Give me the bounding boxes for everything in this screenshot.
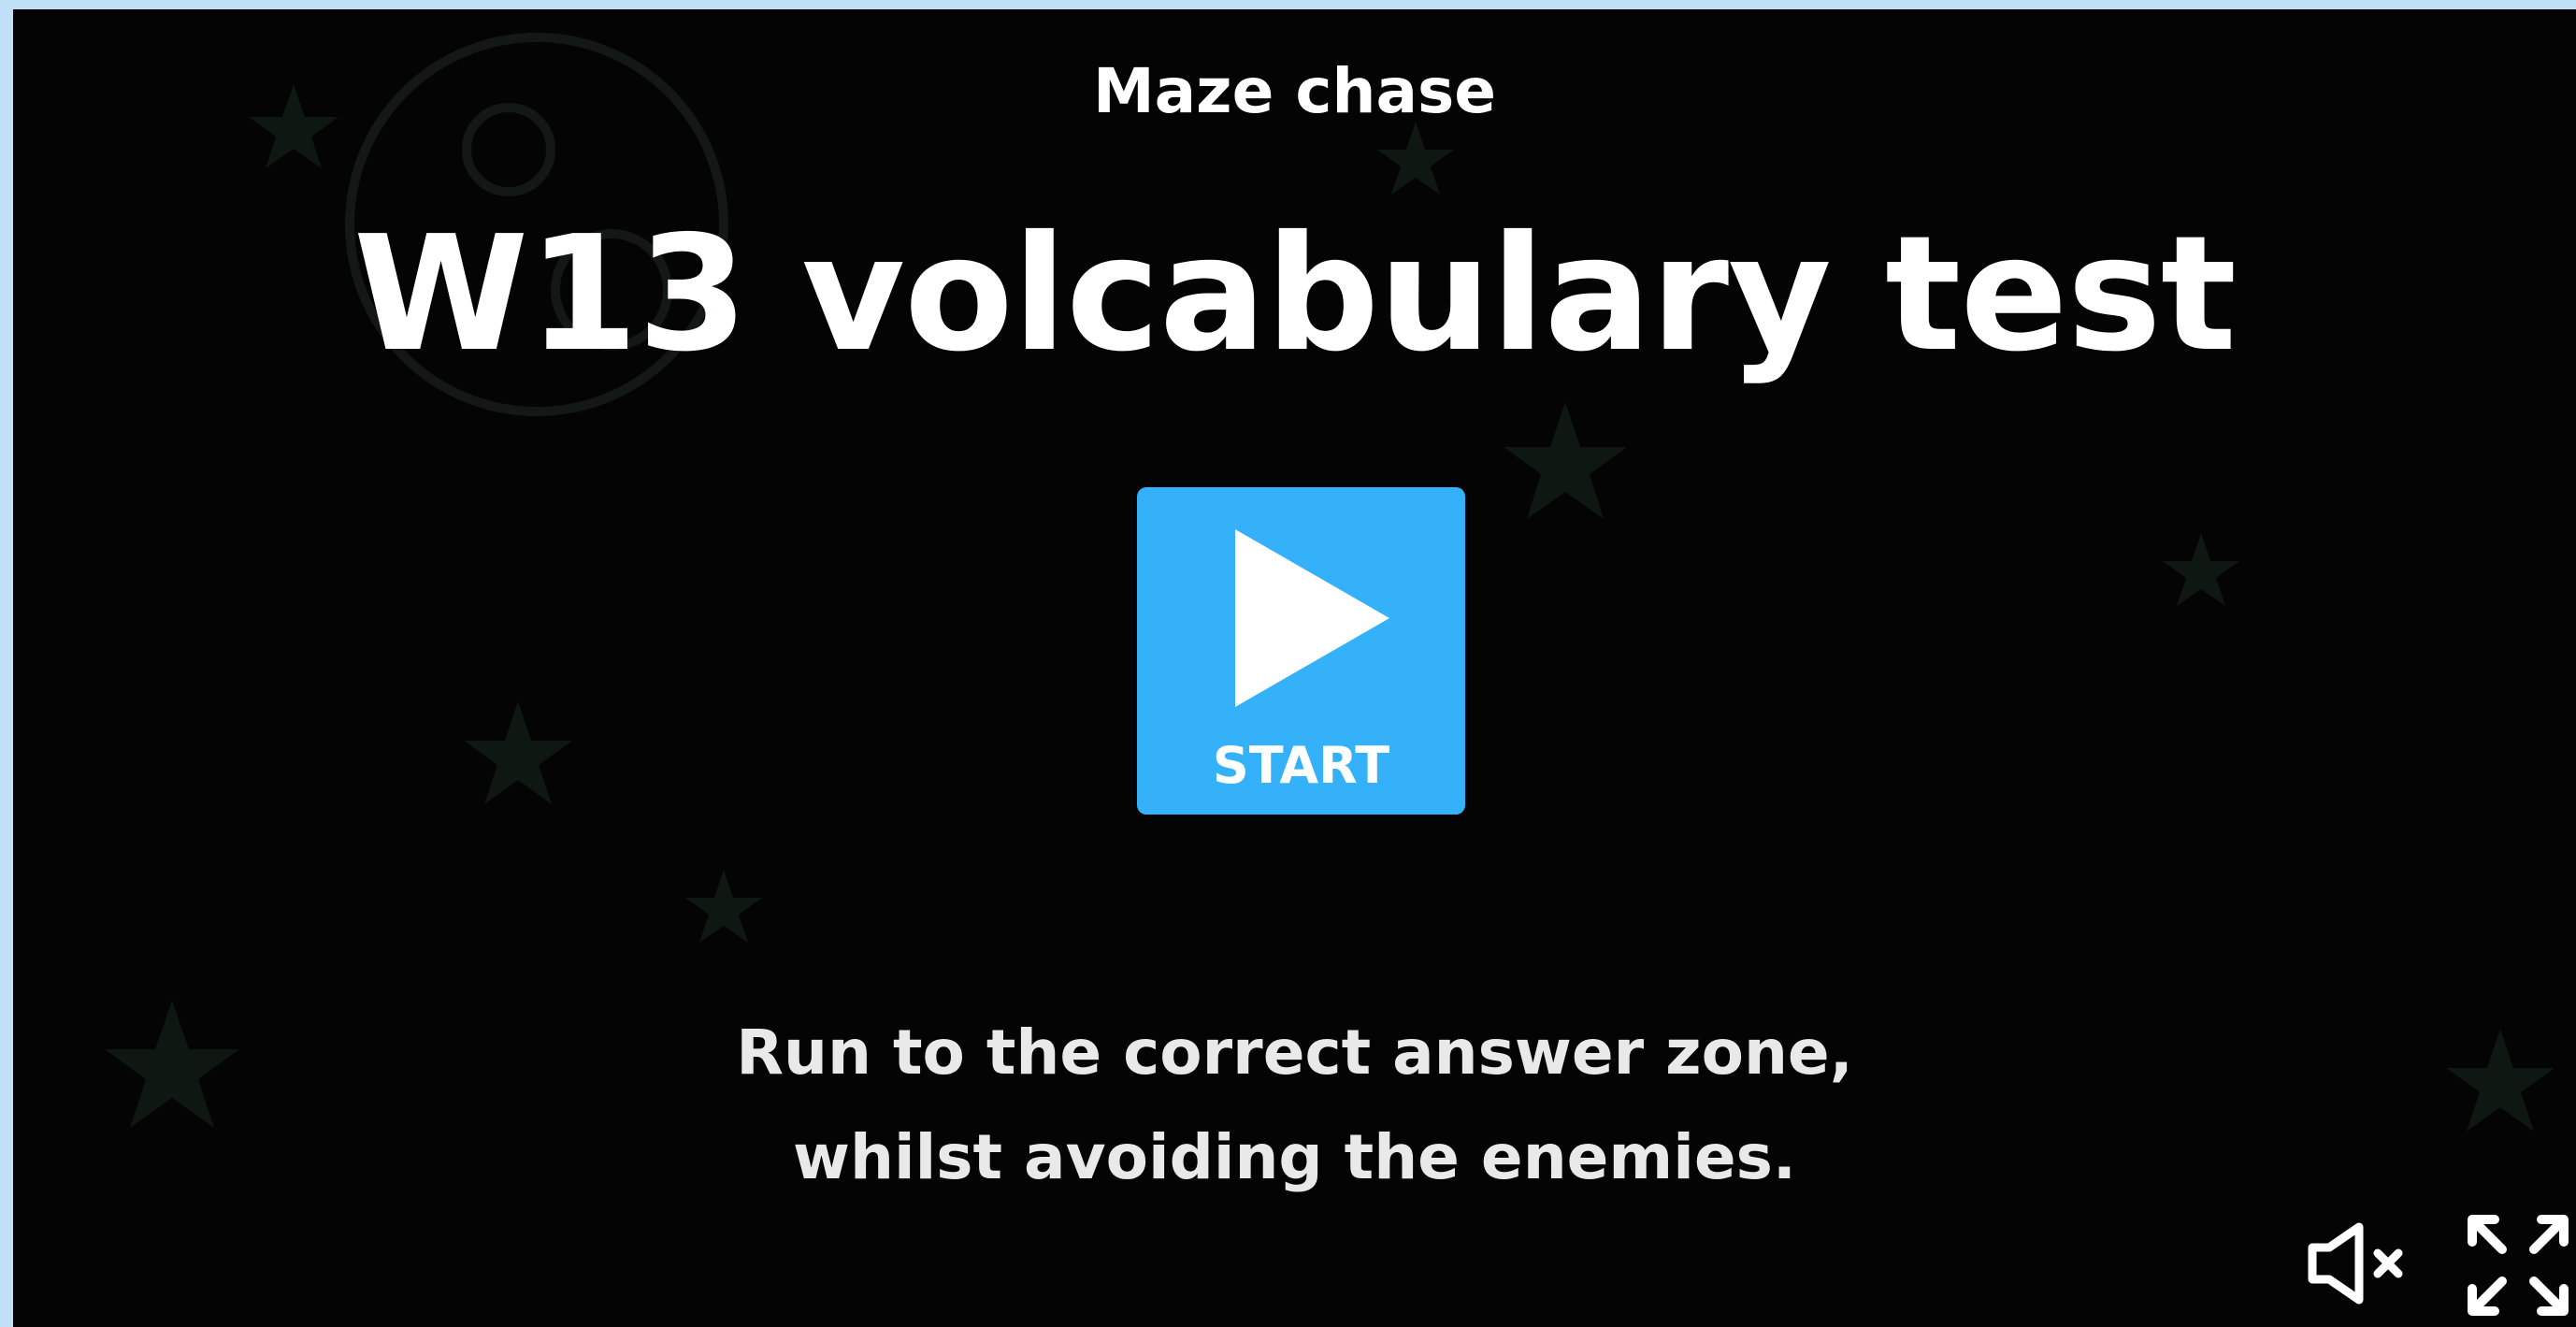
start-button[interactable]: START <box>1137 487 1465 815</box>
template-name: Maze chase <box>1092 55 1497 127</box>
speaker-muted-icon <box>2308 1222 2403 1305</box>
fullscreen-icon <box>2468 1215 2569 1316</box>
instructions-line-2: whilst avoiding the enemies. <box>793 1121 1796 1193</box>
activity-title: W13 volcabulary test <box>353 202 2237 387</box>
game-canvas: Maze chase W13 volcabulary test START Ru… <box>13 9 2576 1327</box>
mute-button[interactable] <box>2307 1221 2411 1305</box>
page-frame: Maze chase W13 volcabulary test START Ru… <box>0 0 2576 1327</box>
instructions: Run to the correct answer zone, whilst a… <box>13 1001 2576 1210</box>
start-button-label: START <box>1212 736 1390 795</box>
play-icon <box>1235 529 1389 707</box>
fullscreen-button[interactable] <box>2467 1214 2569 1317</box>
instructions-line-1: Run to the correct answer zone, <box>736 1017 1853 1089</box>
